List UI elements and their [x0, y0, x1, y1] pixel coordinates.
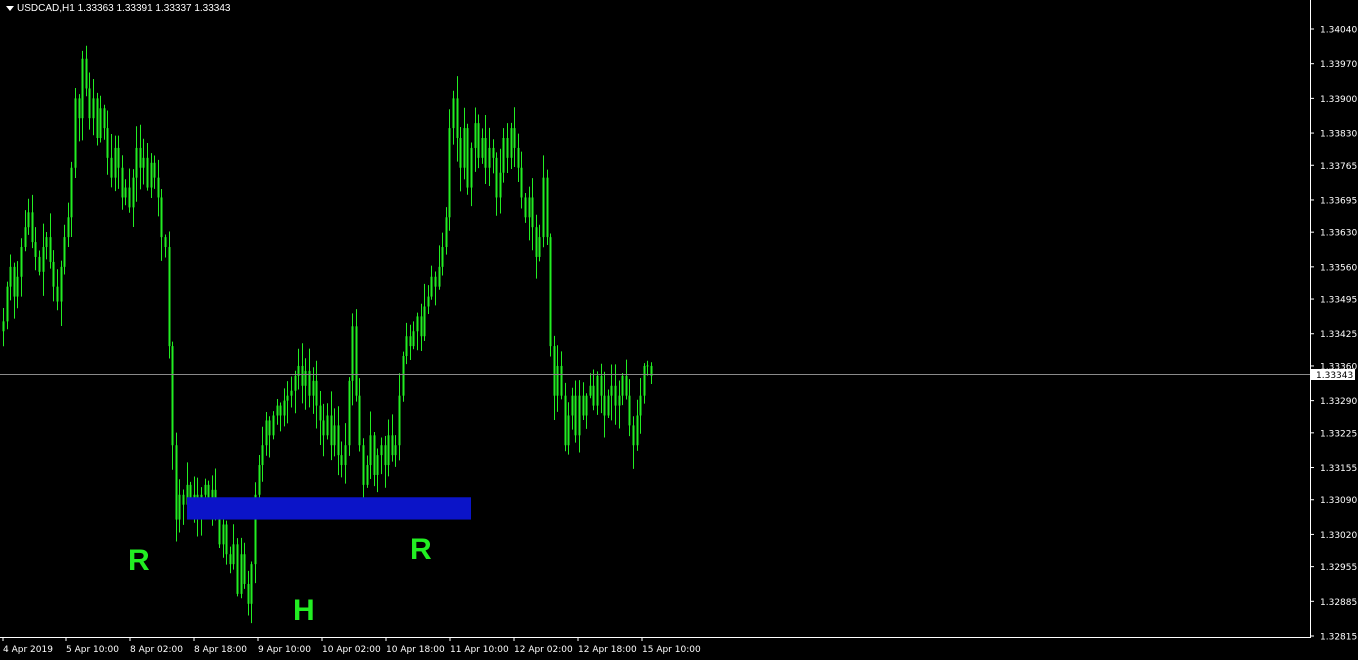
price-tick-label: 1.33425	[1320, 330, 1357, 340]
price-tick-label: 1.33560	[1320, 263, 1357, 273]
price-tick-label: 1.33765	[1320, 162, 1357, 172]
price-tick-label: 1.33090	[1320, 496, 1357, 506]
symbol-ohlc-text: USDCAD,H1 1.33363 1.33391 1.33337 1.3334…	[17, 3, 231, 14]
time-tick-label: 15 Apr 10:00	[642, 645, 701, 655]
current-price-box: 1.33343	[1311, 369, 1355, 381]
time-tick-label: 9 Apr 10:00	[258, 645, 311, 655]
candle	[348, 377, 351, 456]
price-tick-label: 1.33155	[1320, 464, 1357, 474]
support-zone[interactable]	[187, 497, 471, 520]
candle	[236, 538, 239, 597]
time-tick-label: 4 Apr 2019	[3, 645, 53, 655]
time-tick-label: 11 Apr 10:00	[450, 645, 509, 655]
candle	[466, 123, 469, 195]
price-tick-label: 1.33630	[1320, 229, 1357, 239]
price-tick-label: 1.32955	[1320, 563, 1357, 573]
price-tick-label: 1.33830	[1320, 130, 1357, 140]
price-chart[interactable]: 1.34040 1.33970 1.33900 1.33830 1.33765 1.336…	[0, 0, 1358, 660]
annotation-head: H	[293, 594, 315, 627]
time-tick-label: 5 Apr 10:00	[66, 645, 119, 655]
price-tick-label: 1.33970	[1320, 60, 1357, 70]
price-tick-label: 1.33020	[1320, 531, 1357, 541]
candle	[74, 88, 77, 179]
price-tick-label: 1.33290	[1320, 397, 1357, 407]
candle	[546, 169, 549, 246]
dropdown-triangle-icon[interactable]	[6, 5, 14, 11]
price-tick-label: 1.33695	[1320, 196, 1357, 206]
candle	[96, 92, 99, 146]
annotation-right-shoulder-right: R	[410, 533, 432, 566]
price-tick-label: 1.32815	[1320, 633, 1357, 643]
candle	[402, 351, 405, 402]
time-tick-label: 12 Apr 02:00	[514, 645, 573, 655]
price-tick-label: 1.33495	[1320, 296, 1357, 306]
time-tick-label: 12 Apr 18:00	[578, 645, 637, 655]
annotation-right-shoulder-left: R	[128, 544, 150, 577]
time-tick-label: 10 Apr 02:00	[322, 645, 381, 655]
time-tick-label: 10 Apr 18:00	[386, 645, 445, 655]
current-price-label: 1.33343	[1316, 371, 1353, 381]
price-tick-label: 1.33900	[1320, 95, 1357, 105]
price-tick-label: 1.32885	[1320, 598, 1357, 608]
time-tick-label: 8 Apr 18:00	[194, 645, 247, 655]
chart-background	[0, 0, 1358, 660]
price-tick-label: 1.33225	[1320, 429, 1357, 439]
symbol-header: USDCAD,H1 1.33363 1.33391 1.33337 1.3334…	[6, 3, 231, 14]
candle	[549, 233, 552, 357]
price-tick-label: 1.34040	[1320, 26, 1357, 36]
time-tick-label: 8 Apr 02:00	[130, 645, 183, 655]
candle	[168, 231, 171, 359]
